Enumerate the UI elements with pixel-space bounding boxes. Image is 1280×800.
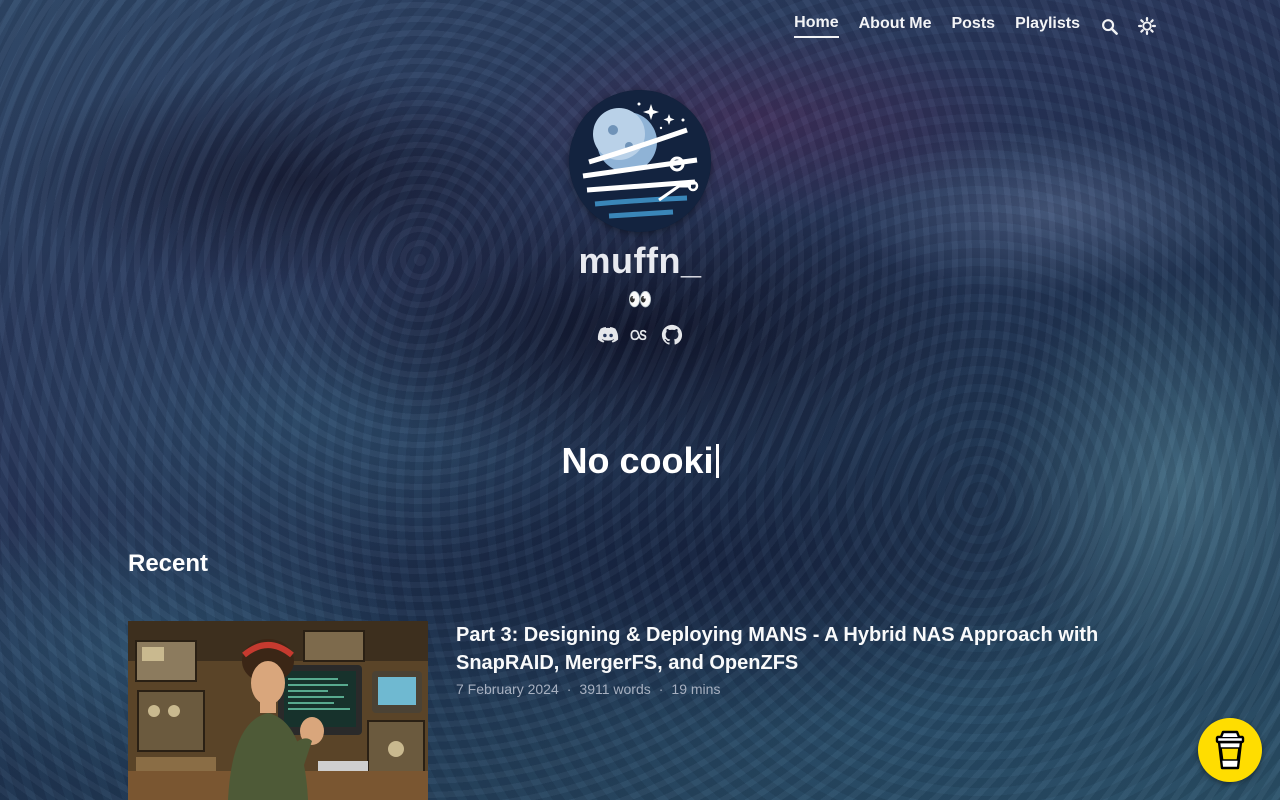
- post-read-time: 19 mins: [671, 681, 721, 697]
- post-title[interactable]: Part 3: Designing & Deploying MANS - A H…: [456, 621, 1116, 677]
- post-word-count: 3911 words: [579, 681, 651, 697]
- post-card[interactable]: Part 3: Designing & Deploying MANS - A H…: [128, 621, 1116, 800]
- social-links: [597, 324, 683, 346]
- typed-hero-text: No cooki: [0, 440, 1280, 482]
- coffee-cup-icon: [1215, 730, 1245, 770]
- nav-posts[interactable]: Posts: [951, 15, 995, 37]
- nav-about-me[interactable]: About Me: [859, 15, 932, 37]
- recent-heading: Recent: [128, 550, 209, 577]
- post-date: 7 February 2024: [456, 681, 559, 697]
- nav-home[interactable]: Home: [794, 14, 839, 38]
- avatar: [569, 90, 711, 232]
- github-icon[interactable]: [661, 324, 683, 346]
- profile: muffn_ 👀: [0, 90, 1280, 346]
- buy-me-a-coffee-button[interactable]: [1198, 718, 1262, 782]
- sun-icon[interactable]: [1138, 17, 1156, 35]
- text-caret: [715, 444, 719, 478]
- post-meta: 7 February 2024 · 3911 words · 19 mins: [456, 681, 1116, 697]
- lastfm-icon[interactable]: [629, 324, 651, 346]
- tagline-eyes: 👀: [627, 289, 653, 311]
- meta-separator: ·: [566, 681, 572, 697]
- username: muffn_: [578, 240, 702, 281]
- search-icon[interactable]: [1100, 17, 1118, 35]
- discord-icon[interactable]: [597, 324, 619, 346]
- nav-playlists[interactable]: Playlists: [1015, 15, 1080, 37]
- top-nav: Home About Me Posts Playlists: [794, 14, 1156, 38]
- post-thumbnail[interactable]: [128, 621, 428, 800]
- meta-separator: ·: [658, 681, 664, 697]
- typed-text: No cooki: [561, 440, 714, 481]
